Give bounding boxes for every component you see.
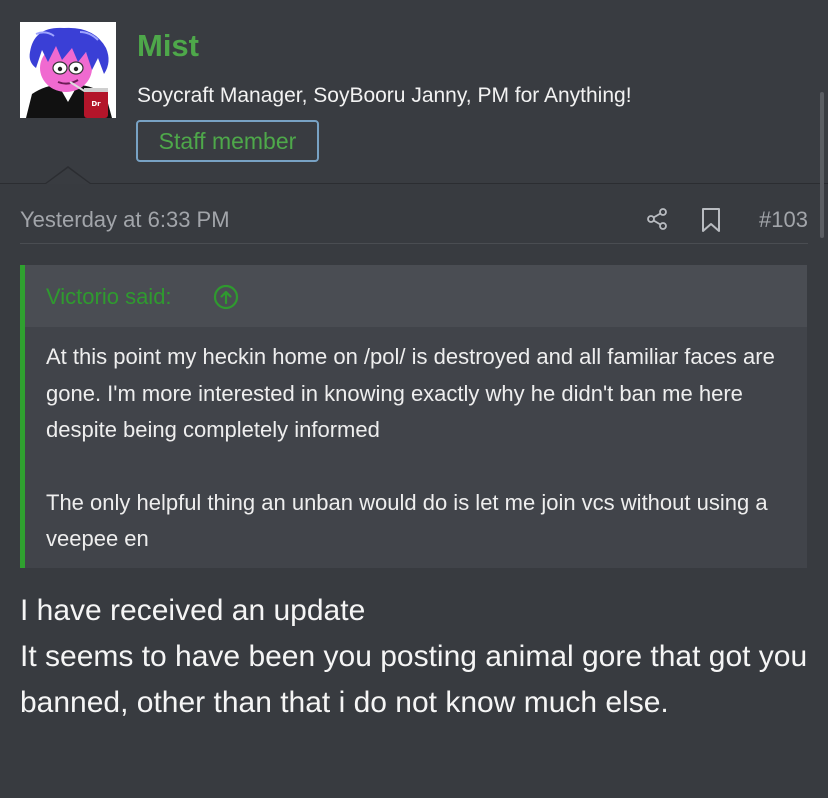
quote-content: At this point my heckin home on /pol/ is… <box>46 339 796 558</box>
post-body-line: I have received an update <box>20 594 366 627</box>
header-divider <box>0 183 828 184</box>
post-user-header: Dr Mist Soycraft Manager, SoyBooru Janny… <box>0 0 828 184</box>
arrow-up-circle-icon[interactable] <box>213 284 239 310</box>
post-number-link[interactable]: #103 <box>759 207 808 233</box>
header-pointer-arrow-fill <box>46 168 90 184</box>
quote-header[interactable]: Victorio said: <box>25 265 807 327</box>
avatar-image: Dr <box>20 22 116 118</box>
quote-block: Victorio said: At this point my heckin h… <box>20 265 807 568</box>
svg-text:Dr: Dr <box>91 100 101 108</box>
share-icon[interactable] <box>645 207 669 231</box>
user-avatar[interactable]: Dr <box>20 22 116 118</box>
quote-author-link[interactable]: Victorio said: <box>46 284 172 310</box>
username-link[interactable]: Mist <box>137 28 199 64</box>
quote-paragraph: At this point my heckin home on /pol/ is… <box>46 344 775 442</box>
scrollbar[interactable] <box>820 92 824 238</box>
meta-divider <box>20 243 808 244</box>
post-message-body: I have received an update It seems to ha… <box>20 588 810 726</box>
staff-member-badge: Staff member <box>136 120 319 162</box>
user-title: Soycraft Manager, SoyBooru Janny, PM for… <box>137 84 632 107</box>
post-date-link[interactable]: Yesterday at 6:33 PM <box>20 207 230 233</box>
quote-paragraph: The only helpful thing an unban would do… <box>46 489 768 552</box>
post-meta-bar: Yesterday at 6:33 PM #103 <box>20 203 808 237</box>
post-body-line: It seems to have been you posting animal… <box>20 640 808 719</box>
bookmark-icon[interactable] <box>700 207 722 233</box>
